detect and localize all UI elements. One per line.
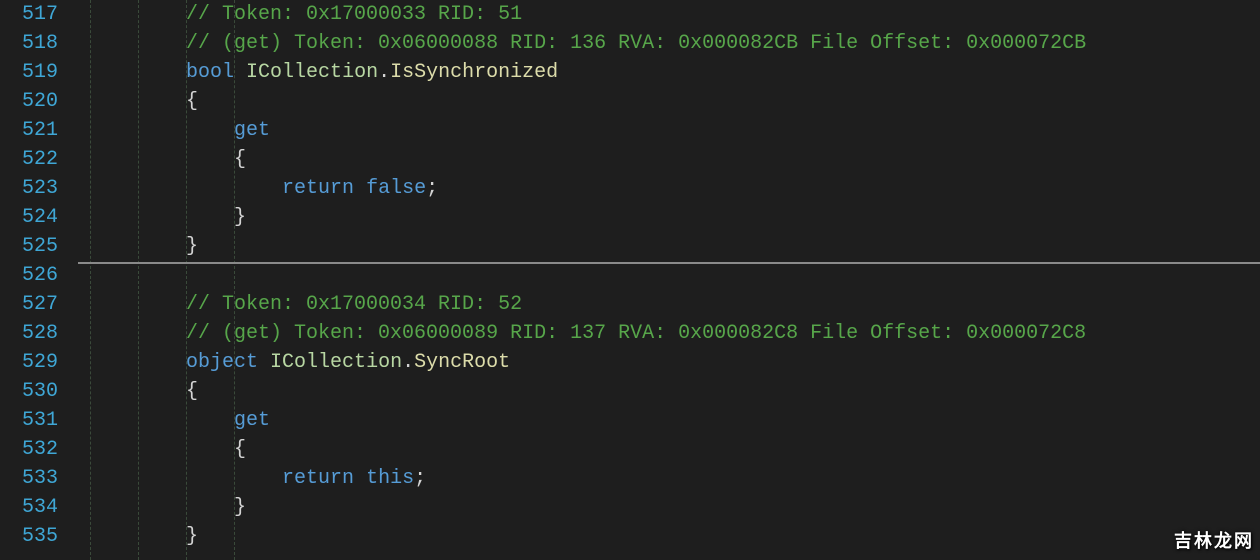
code-line[interactable]: } [90, 493, 1260, 522]
token-keyword: get [234, 409, 270, 432]
code-line[interactable]: // Token: 0x17000033 RID: 51 [90, 0, 1260, 29]
indent [90, 351, 186, 374]
line-number: 528 [0, 319, 58, 348]
token-comment: // Token: 0x17000033 RID: 51 [186, 3, 522, 26]
code-line[interactable]: return this; [90, 464, 1260, 493]
code-line[interactable]: bool ICollection.IsSynchronized [90, 58, 1260, 87]
code-line[interactable]: get [90, 406, 1260, 435]
code-line[interactable]: } [90, 203, 1260, 232]
code-line[interactable]: { [90, 435, 1260, 464]
code-line[interactable]: { [90, 377, 1260, 406]
indent [90, 119, 234, 142]
code-line[interactable]: } [90, 232, 1260, 261]
token-text [354, 177, 366, 200]
token-text [354, 467, 366, 490]
line-number: 523 [0, 174, 58, 203]
token-punct: { [234, 148, 246, 171]
code-line[interactable]: { [90, 87, 1260, 116]
indent [90, 409, 234, 432]
line-number: 526 [0, 261, 58, 290]
line-number: 529 [0, 348, 58, 377]
line-number: 530 [0, 377, 58, 406]
token-punct: { [186, 90, 198, 113]
line-number: 521 [0, 116, 58, 145]
token-punct: } [234, 206, 246, 229]
token-keyword: get [234, 119, 270, 142]
token-punct: . [402, 351, 414, 374]
indent [90, 496, 234, 519]
token-punct: ; [426, 177, 438, 200]
token-keyword: false [366, 177, 426, 200]
token-punct: } [186, 235, 198, 258]
token-keyword: return [282, 177, 354, 200]
indent [90, 467, 282, 490]
token-punct: { [186, 380, 198, 403]
code-line[interactable]: get [90, 116, 1260, 145]
token-type: ICollection [270, 351, 402, 374]
section-divider [78, 262, 1260, 264]
token-comment: // (get) Token: 0x06000088 RID: 136 RVA:… [186, 32, 1086, 55]
token-keyword: object [186, 351, 258, 374]
line-number: 535 [0, 522, 58, 551]
code-line[interactable]: // Token: 0x17000034 RID: 52 [90, 290, 1260, 319]
line-number: 533 [0, 464, 58, 493]
token-member: IsSynchronized [390, 61, 558, 84]
code-line[interactable] [90, 261, 1260, 290]
indent [90, 206, 234, 229]
code-line[interactable]: object ICollection.SyncRoot [90, 348, 1260, 377]
indent [90, 148, 234, 171]
code-line[interactable]: return false; [90, 174, 1260, 203]
token-keyword: this [366, 467, 414, 490]
line-number: 518 [0, 29, 58, 58]
token-text [258, 351, 270, 374]
token-comment: // Token: 0x17000034 RID: 52 [186, 293, 522, 316]
token-punct: ; [414, 467, 426, 490]
token-text [234, 61, 246, 84]
line-number: 527 [0, 290, 58, 319]
code-line[interactable]: { [90, 145, 1260, 174]
token-punct: } [186, 525, 198, 548]
code-area[interactable]: // Token: 0x17000033 RID: 51 // (get) To… [90, 0, 1260, 560]
code-editor[interactable]: 5175185195205215225235245255265275285295… [0, 0, 1260, 560]
line-number: 534 [0, 493, 58, 522]
indent [90, 3, 186, 26]
indent [90, 90, 186, 113]
line-number: 517 [0, 0, 58, 29]
line-number: 525 [0, 232, 58, 261]
line-number: 524 [0, 203, 58, 232]
indent [90, 177, 282, 200]
line-number-gutter: 5175185195205215225235245255265275285295… [0, 0, 78, 560]
token-type: ICollection [246, 61, 378, 84]
line-number: 520 [0, 87, 58, 116]
line-number: 519 [0, 58, 58, 87]
code-line[interactable]: // (get) Token: 0x06000088 RID: 136 RVA:… [90, 29, 1260, 58]
line-number: 531 [0, 406, 58, 435]
indent [90, 61, 186, 84]
token-member: SyncRoot [414, 351, 510, 374]
indent [90, 380, 186, 403]
token-comment: // (get) Token: 0x06000089 RID: 137 RVA:… [186, 322, 1086, 345]
line-number: 532 [0, 435, 58, 464]
token-punct: } [234, 496, 246, 519]
indent [90, 293, 186, 316]
token-punct: . [378, 61, 390, 84]
indent [90, 322, 186, 345]
indent [90, 32, 186, 55]
line-number: 522 [0, 145, 58, 174]
token-keyword: bool [186, 61, 234, 84]
token-punct: { [234, 438, 246, 461]
indent [90, 525, 186, 548]
watermark-text: 吉林龙网 [1174, 527, 1254, 556]
code-line[interactable]: // (get) Token: 0x06000089 RID: 137 RVA:… [90, 319, 1260, 348]
code-line[interactable]: } [90, 522, 1260, 551]
indent [90, 438, 234, 461]
token-keyword: return [282, 467, 354, 490]
indent [90, 235, 186, 258]
